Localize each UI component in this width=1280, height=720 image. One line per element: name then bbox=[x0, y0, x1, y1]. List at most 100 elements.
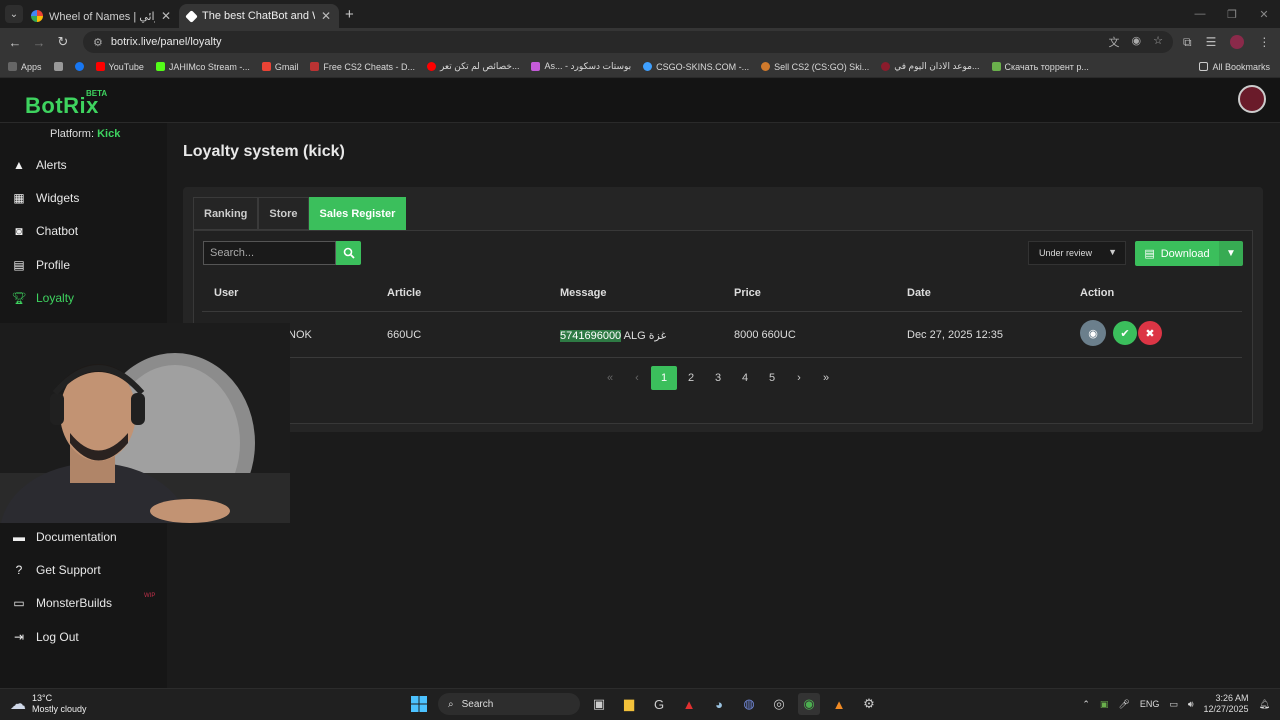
bookmark-csgo-skins[interactable]: CSGO-SKINS.COM -... bbox=[643, 62, 749, 72]
vlc-icon[interactable]: ▲ bbox=[828, 693, 850, 715]
language-indicator[interactable]: ENG bbox=[1140, 699, 1160, 709]
bookmark-label: خصائص لم تكن تعر... bbox=[439, 61, 520, 71]
translate-icon[interactable]: 文 bbox=[1109, 34, 1120, 50]
browser-tab-botrix[interactable]: The best ChatBot and Widgets ✕ bbox=[179, 4, 339, 28]
webcam-feed-image bbox=[0, 323, 290, 523]
bookmark-cs2-cheats[interactable]: Free CS2 Cheats - D... bbox=[310, 62, 415, 72]
omnibox-actions: 文 ◉ ☆ bbox=[1109, 34, 1173, 50]
minimize-icon[interactable]: — bbox=[1184, 8, 1216, 20]
omnibox[interactable]: ⚙ botrix.live/panel/loyalty 文 ◉ ☆ bbox=[83, 31, 1173, 53]
all-bookmarks[interactable]: All Bookmarks bbox=[1199, 62, 1270, 72]
settings-gear-icon[interactable]: ⚙ bbox=[858, 693, 880, 715]
bookmark-gmail[interactable]: Gmail bbox=[261, 62, 298, 72]
sidebar-item-widgets[interactable]: ▦ Widgets bbox=[12, 191, 79, 205]
tab-sales-register[interactable]: Sales Register bbox=[308, 197, 407, 230]
close-window-icon[interactable]: ✕ bbox=[1248, 8, 1280, 21]
bookmark-prayer-times[interactable]: موعد الاذان اليوم في... bbox=[881, 61, 980, 72]
bookmark-kick[interactable]: JAHIMco Stream -... bbox=[155, 62, 250, 72]
bookmark-youtube-arabic[interactable]: خصائص لم تكن تعر... bbox=[426, 61, 520, 72]
sell-skins-icon bbox=[761, 62, 771, 71]
obs-icon[interactable]: ◎ bbox=[768, 693, 790, 715]
extensions-icon[interactable]: ⧉ bbox=[1183, 35, 1192, 50]
view-button[interactable]: ◉ bbox=[1080, 320, 1106, 346]
reject-button[interactable]: ✖ bbox=[1138, 321, 1162, 345]
bookmark-torrent[interactable]: Скачать торрент р... bbox=[991, 62, 1089, 72]
maximize-icon[interactable]: ❐ bbox=[1216, 8, 1248, 21]
tray-app-icon[interactable]: ▣ bbox=[1100, 699, 1109, 710]
close-tab-icon[interactable]: ✕ bbox=[321, 9, 331, 23]
chevron-up-icon[interactable]: ⌃ bbox=[1082, 699, 1090, 710]
close-tab-icon[interactable]: ✕ bbox=[161, 9, 171, 23]
profile-avatar[interactable] bbox=[1230, 35, 1245, 49]
last-page-icon[interactable]: » bbox=[813, 366, 839, 390]
bookmark-label: Apps bbox=[21, 61, 42, 72]
download-options-button[interactable]: ▼ bbox=[1219, 241, 1243, 266]
antivirus-icon[interactable]: ▲ bbox=[678, 693, 700, 715]
weather-condition: Mostly cloudy bbox=[32, 704, 87, 714]
tab-title: The best ChatBot and Widgets bbox=[202, 10, 315, 22]
logitech-icon[interactable]: G bbox=[648, 693, 670, 715]
prev-page-icon[interactable]: ‹ bbox=[624, 366, 650, 390]
search-input[interactable] bbox=[203, 241, 336, 265]
search-button[interactable] bbox=[336, 241, 361, 265]
bookmark-youtube[interactable]: YouTube bbox=[95, 62, 144, 72]
sidebar-item-monsterbuilds[interactable]: ▭ MonsterBuilds bbox=[12, 596, 112, 610]
menu-kebab-icon[interactable]: ⋮ bbox=[1258, 35, 1270, 49]
bookmark-sell-cs2[interactable]: Sell CS2 (CS:GO) Ski... bbox=[761, 62, 869, 72]
windows-start-icon[interactable] bbox=[408, 693, 430, 715]
task-view-icon[interactable]: ▣ bbox=[588, 693, 610, 715]
reading-list-icon[interactable]: ☰ bbox=[1206, 35, 1217, 49]
bookmark-discord-posts[interactable]: As... - بوستات دسكورد bbox=[531, 61, 631, 72]
sidebar-item-label: Log Out bbox=[36, 630, 79, 644]
taskbar-search-box[interactable]: ⌕ Search bbox=[438, 693, 580, 715]
sidebar-item-profile[interactable]: ▤ Profile bbox=[12, 258, 70, 272]
network-icon[interactable]: ▭ bbox=[1169, 699, 1178, 710]
status-filter-select[interactable]: Under review ▼ bbox=[1028, 241, 1126, 265]
bookmark-grid[interactable] bbox=[53, 62, 63, 71]
site-info-icon[interactable]: ⚙ bbox=[93, 36, 103, 49]
tab-store[interactable]: Store bbox=[258, 197, 309, 230]
kick-icon bbox=[155, 62, 165, 71]
microphone-icon[interactable]: 🎤︎ bbox=[1118, 699, 1129, 710]
page-3-button[interactable]: 3 bbox=[705, 366, 731, 390]
bookmark-star-icon[interactable]: ☆ bbox=[1153, 34, 1163, 50]
page-5-button[interactable]: 5 bbox=[759, 366, 785, 390]
browser-tab-strip: ⌄ Wheel of Names | اسم العشوائي ✕ The be… bbox=[0, 0, 1280, 28]
sidebar-item-log-out[interactable]: ⇥ Log Out bbox=[12, 630, 79, 644]
approve-button[interactable]: ✔ bbox=[1113, 321, 1137, 345]
sidebar-item-get-support[interactable]: ? Get Support bbox=[12, 563, 101, 577]
main-content: Loyalty system (kick) Ranking Store Sale… bbox=[167, 123, 1280, 688]
tab-search-button[interactable]: ⌄ bbox=[5, 5, 23, 23]
sidebar-item-chatbot[interactable]: ◙ Chatbot bbox=[12, 224, 78, 238]
tab-ranking[interactable]: Ranking bbox=[193, 197, 259, 230]
browser-tab-wheel-of-names[interactable]: Wheel of Names | اسم العشوائي ✕ bbox=[23, 4, 179, 28]
bookmark-apps[interactable]: Apps bbox=[8, 62, 42, 72]
message-rest: ALG غزة bbox=[621, 330, 667, 342]
new-tab-icon[interactable]: + bbox=[345, 6, 354, 23]
chrome-icon[interactable]: ◉ bbox=[798, 693, 820, 715]
user-avatar[interactable] bbox=[1238, 85, 1266, 113]
header-divider bbox=[202, 311, 1242, 312]
notification-bell-icon[interactable]: 🔔︎ bbox=[1259, 699, 1270, 710]
bookmark-facebook[interactable] bbox=[74, 62, 84, 71]
sidebar-item-alerts[interactable]: ▲ Alerts bbox=[12, 158, 67, 172]
sidebar-item-documentation[interactable]: ▬ Documentation bbox=[12, 530, 117, 544]
page-1-button[interactable]: 1 bbox=[651, 366, 677, 390]
trophy-icon: 🏆︎ bbox=[11, 291, 27, 305]
page-2-button[interactable]: 2 bbox=[678, 366, 704, 390]
eye-off-icon[interactable]: ◉ bbox=[1132, 34, 1142, 50]
weather-widget[interactable]: ☁ 13°C Mostly cloudy bbox=[10, 693, 87, 715]
page-4-button[interactable]: 4 bbox=[732, 366, 758, 390]
back-icon[interactable]: ← bbox=[3, 35, 27, 50]
next-page-icon[interactable]: › bbox=[786, 366, 812, 390]
reload-icon[interactable]: ↻ bbox=[51, 34, 75, 50]
clock[interactable]: 3:26 AM 12/27/2025 bbox=[1204, 693, 1249, 715]
discord-icon[interactable]: ◍ bbox=[738, 693, 760, 715]
sidebar-item-loyalty[interactable]: 🏆︎ Loyalty bbox=[11, 291, 74, 305]
download-button[interactable]: ▤ Download bbox=[1135, 241, 1219, 266]
first-page-icon[interactable]: « bbox=[597, 366, 623, 390]
volume-icon[interactable]: 🔊︎ bbox=[1188, 699, 1194, 710]
file-explorer-icon[interactable]: ▆ bbox=[618, 693, 640, 715]
forward-icon[interactable]: → bbox=[27, 35, 51, 50]
steam-icon[interactable]: ◕ bbox=[708, 693, 730, 715]
